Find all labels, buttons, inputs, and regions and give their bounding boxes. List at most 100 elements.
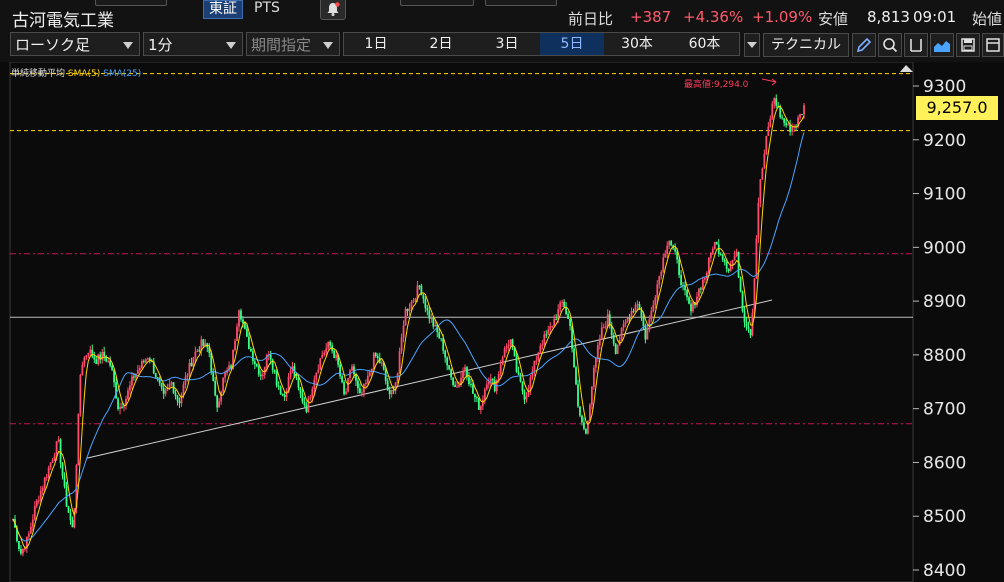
change-percent: +4.36%: [683, 8, 744, 26]
candle-body: [626, 318, 629, 322]
candle-body: [249, 348, 252, 352]
candle-body: [664, 254, 667, 258]
y-tick-label: 8900: [923, 292, 966, 312]
candle-body: [127, 390, 129, 399]
candle-body: [606, 314, 609, 327]
range-5d[interactable]: 5日: [540, 33, 604, 55]
candle-body: [555, 318, 558, 320]
candle-body: [575, 367, 577, 385]
candle-body: [658, 276, 661, 285]
interval-value: 1分: [148, 36, 173, 54]
y-tick-label: 8800: [923, 346, 966, 366]
range-2d[interactable]: 2日: [408, 33, 474, 55]
candle-body: [311, 389, 314, 398]
candle-body: [33, 506, 36, 520]
range-60bars[interactable]: 60本: [670, 33, 739, 55]
y-tick-label: 9100: [923, 185, 966, 205]
plot-frame: [9, 62, 914, 582]
candle-body: [581, 415, 583, 423]
range-3d[interactable]: 3日: [474, 33, 540, 55]
save-button[interactable]: [956, 33, 980, 57]
interval-select[interactable]: 1分: [143, 32, 243, 56]
candle-body: [341, 376, 343, 383]
candle-body: [307, 398, 310, 412]
tab-pts[interactable]: PTS: [249, 0, 285, 17]
chevron-down-icon: [323, 42, 333, 49]
window-button[interactable]: [982, 33, 1004, 57]
candle-body: [472, 384, 474, 394]
chart-area[interactable]: 9300 9200 9100 9000 8900 8800 8700 8600 8500 8400: [0, 62, 1004, 582]
candle-body: [590, 386, 593, 405]
candle-body: [721, 254, 724, 260]
candle-body: [662, 257, 665, 272]
bell-icon: [327, 2, 340, 16]
candle-body: [103, 352, 106, 357]
candle-body: [93, 356, 96, 360]
candle-body: [119, 406, 121, 410]
candle-body: [392, 390, 395, 392]
candle-body: [303, 401, 306, 405]
candle-body: [616, 345, 619, 354]
top-field-fragment-2[interactable]: [485, 0, 557, 6]
candle-body: [380, 362, 383, 364]
candle-body: [359, 388, 361, 394]
candle-body: [551, 326, 554, 328]
candle-body: [281, 394, 284, 396]
candle-body: [279, 386, 282, 395]
candle-body: [261, 374, 264, 377]
candle-body: [547, 329, 550, 335]
candle-body: [299, 387, 302, 394]
price-chart[interactable]: 9300 9200 9100 9000 8900 8800 8700 8600 8500 8400: [0, 62, 1004, 582]
candle-body: [154, 373, 157, 378]
candle-body: [323, 352, 326, 355]
candle-body: [549, 326, 552, 330]
candle-body: [707, 257, 710, 273]
candle-body: [83, 357, 86, 365]
alert-bell-button[interactable]: [320, 0, 346, 20]
candle-body: [168, 383, 171, 388]
zoom-button[interactable]: [878, 33, 902, 57]
range-1d[interactable]: 1日: [344, 33, 408, 55]
tab-tse[interactable]: 東証: [203, 0, 243, 19]
candle-body: [329, 341, 332, 346]
candle-body: [174, 393, 177, 396]
candle-body: [390, 390, 393, 395]
candle-body: [345, 391, 347, 395]
period-select[interactable]: 期間指定: [246, 32, 340, 56]
range-more-button[interactable]: [744, 33, 760, 57]
candle-body: [529, 377, 532, 391]
candle-body: [49, 462, 52, 468]
candle-body: [111, 365, 114, 370]
candle-body: [634, 305, 637, 312]
candle-body: [146, 358, 149, 360]
candle-body: [503, 348, 506, 358]
candle-body: [133, 376, 135, 378]
candle-body: [743, 311, 746, 323]
candle-body: [799, 114, 801, 118]
candle-body: [521, 381, 524, 391]
range-30bars[interactable]: 30本: [604, 33, 670, 55]
technical-button[interactable]: テクニカル: [763, 33, 849, 57]
area-chart-button[interactable]: [930, 33, 954, 57]
candle-body: [297, 378, 300, 388]
chart-type-select[interactable]: ローソク足: [10, 32, 140, 56]
candle-body: [541, 344, 544, 346]
scroll-up-arrow[interactable]: [900, 65, 913, 72]
candle-body: [474, 393, 476, 398]
candle-body: [412, 300, 415, 302]
candle-body: [253, 361, 256, 365]
candle-body: [553, 318, 556, 327]
candle-body: [801, 114, 803, 116]
candle-body: [69, 512, 72, 520]
top-field-fragment-1[interactable]: [400, 0, 474, 6]
candle-body: [624, 321, 627, 325]
candle-body: [361, 392, 363, 394]
candle-body: [775, 98, 778, 106]
candle-body: [198, 350, 201, 352]
candle-body: [23, 548, 26, 550]
split-panel-button[interactable]: [904, 33, 928, 57]
candle-body: [533, 360, 536, 372]
draw-tool-button[interactable]: [852, 33, 876, 57]
candle-body: [656, 284, 659, 298]
candle-body: [121, 406, 123, 408]
